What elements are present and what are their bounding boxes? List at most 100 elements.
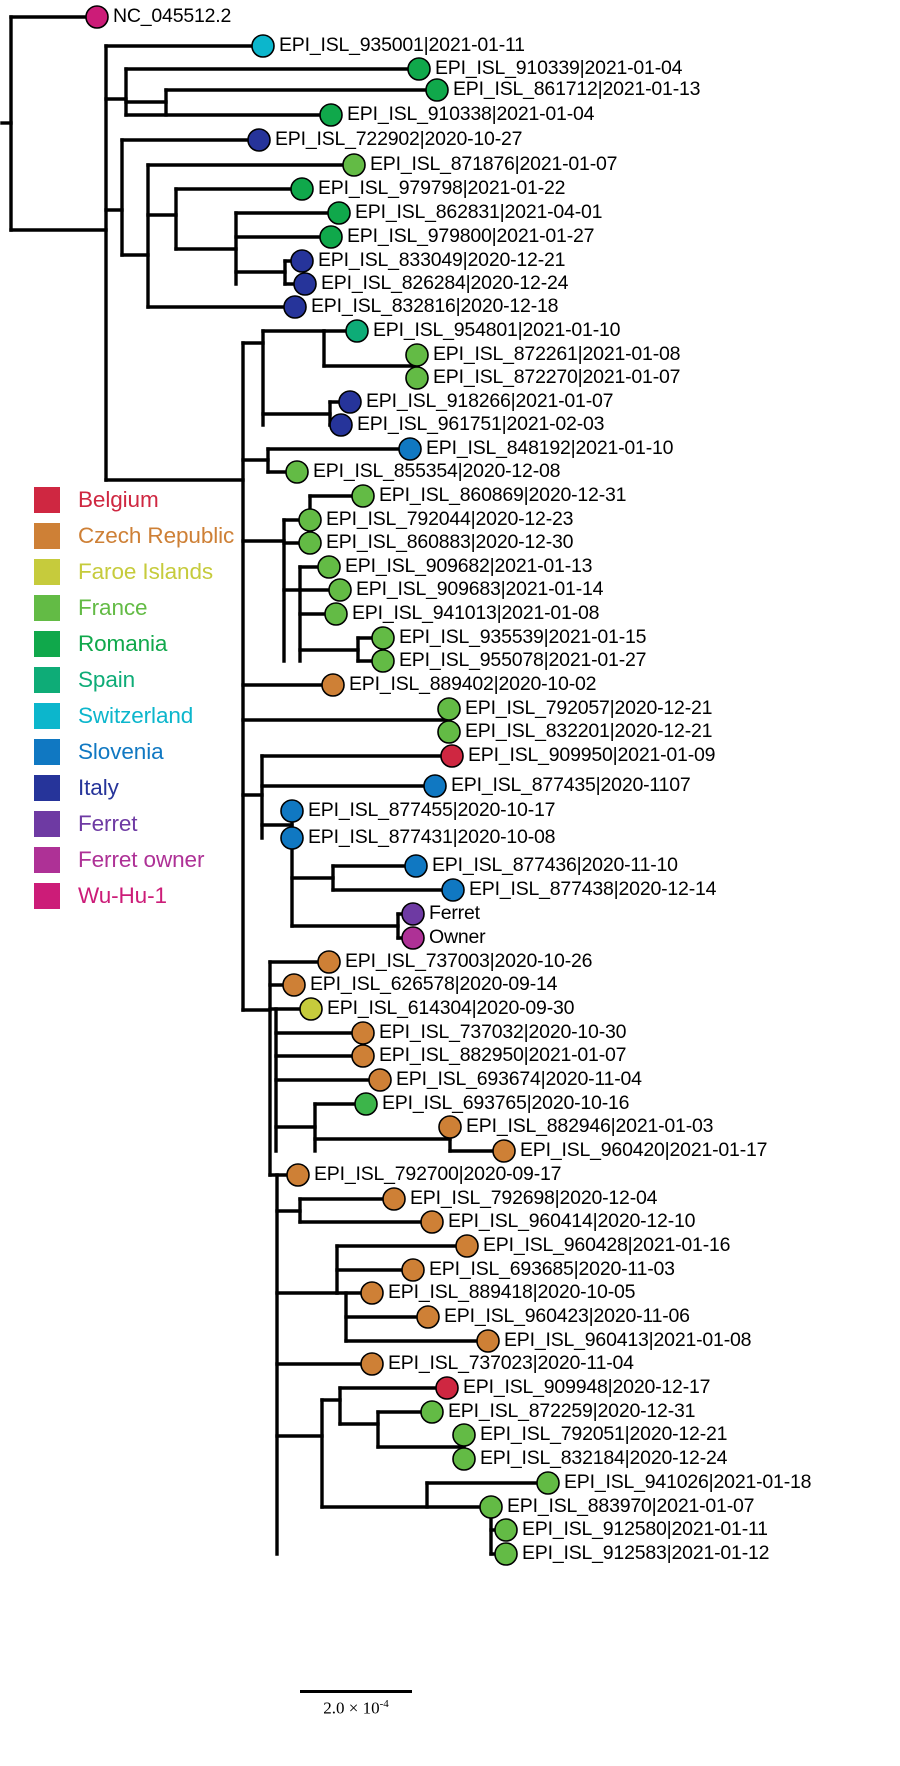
tip-node[interactable] — [437, 720, 461, 744]
tip-node[interactable] — [360, 1281, 384, 1305]
tip-label: EPI_ISL_614304|2020-09-30 — [327, 997, 575, 1019]
tip-node[interactable] — [351, 1021, 375, 1045]
tip-node[interactable] — [423, 774, 447, 798]
tip-node[interactable] — [360, 1352, 384, 1376]
tip-node[interactable] — [251, 34, 275, 58]
tip-node[interactable] — [476, 1329, 500, 1353]
tip-label: EPI_ISL_960428|2021-01-16 — [483, 1234, 731, 1256]
tip-node[interactable] — [479, 1495, 503, 1519]
tip-node[interactable] — [416, 1305, 440, 1329]
legend-label: Slovenia — [78, 739, 164, 764]
tip-node[interactable] — [401, 1258, 425, 1282]
tip-node[interactable] — [282, 973, 306, 997]
tip-node[interactable] — [319, 103, 343, 127]
legend-swatch — [34, 775, 60, 801]
tip-node[interactable] — [299, 997, 323, 1021]
tip-node[interactable] — [536, 1471, 560, 1495]
tip-label: EPI_ISL_737023|2020-11-04 — [388, 1352, 634, 1374]
legend-item[interactable]: France — [34, 590, 264, 626]
tip-node[interactable] — [401, 902, 425, 926]
tip-node[interactable] — [85, 5, 109, 29]
tip-label: Ferret — [429, 902, 480, 924]
tip-node[interactable] — [327, 201, 351, 225]
tip-node[interactable] — [420, 1400, 444, 1424]
tip-node[interactable] — [382, 1187, 406, 1211]
legend-item[interactable]: Italy — [34, 770, 264, 806]
tip-node[interactable] — [293, 272, 317, 296]
tip-node[interactable] — [317, 555, 341, 579]
tip-node[interactable] — [440, 744, 464, 768]
tip-node[interactable] — [405, 343, 429, 367]
tip-node[interactable] — [371, 626, 395, 650]
legend-item[interactable]: Switzerland — [34, 698, 264, 734]
tip-node[interactable] — [321, 673, 345, 697]
tip-node[interactable] — [319, 225, 343, 249]
tip-node[interactable] — [441, 878, 465, 902]
tip-node[interactable] — [455, 1234, 479, 1258]
tip-node[interactable] — [438, 1115, 462, 1139]
tip-label: EPI_ISL_871876|2021-01-07 — [370, 153, 618, 175]
tip-node[interactable] — [338, 390, 362, 414]
tip-node[interactable] — [283, 295, 307, 319]
tip-node[interactable] — [405, 366, 429, 390]
tip-node[interactable] — [298, 508, 322, 532]
tip-node[interactable] — [407, 57, 431, 81]
tip-node[interactable] — [280, 799, 304, 823]
legend-item[interactable]: Ferret — [34, 806, 264, 842]
tip-node[interactable] — [494, 1542, 518, 1566]
tip-node[interactable] — [351, 1044, 375, 1068]
legend-item[interactable]: Romania — [34, 626, 264, 662]
tip-node[interactable] — [290, 249, 314, 273]
tip-label: EPI_ISL_872259|2020-12-31 — [448, 1400, 696, 1422]
legend-label: Romania — [78, 631, 168, 656]
legend-swatch — [34, 703, 60, 729]
scale-bar-mantissa: 2.0 × 10 — [323, 1698, 380, 1718]
tip-node[interactable] — [437, 697, 461, 721]
legend-item[interactable]: Belgium — [34, 482, 264, 518]
tip-node[interactable] — [286, 1163, 310, 1187]
tip-node[interactable] — [492, 1139, 516, 1163]
tip-node[interactable] — [329, 413, 353, 437]
tip-label: EPI_ISL_826284|2020-12-24 — [321, 272, 569, 294]
tip-node[interactable] — [317, 950, 341, 974]
legend-item[interactable]: Faroe Islands — [34, 554, 264, 590]
tip-node[interactable] — [298, 531, 322, 555]
legend-item[interactable]: Wu-Hu-1 — [34, 878, 264, 914]
tip-node[interactable] — [247, 128, 271, 152]
tip-label: EPI_ISL_862831|2021-04-01 — [355, 201, 603, 223]
legend-item[interactable]: Czech Republic — [34, 518, 264, 554]
tip-node[interactable] — [452, 1423, 476, 1447]
tip-node[interactable] — [494, 1518, 518, 1542]
legend-item[interactable]: Slovenia — [34, 734, 264, 770]
tip-node[interactable] — [398, 437, 422, 461]
legend-swatch — [34, 883, 60, 909]
tip-label: EPI_ISL_792700|2020-09-17 — [314, 1163, 562, 1185]
tip-node[interactable] — [290, 177, 314, 201]
tip-label: EPI_ISL_877436|2020-11-10 — [432, 854, 678, 876]
tip-node[interactable] — [354, 1092, 378, 1116]
tip-label: EPI_ISL_935539|2021-01-15 — [399, 626, 647, 648]
tip-node[interactable] — [401, 926, 425, 950]
tip-node[interactable] — [342, 153, 366, 177]
tip-node[interactable] — [425, 78, 449, 102]
tip-label: EPI_ISL_910339|2021-01-04 — [435, 57, 683, 79]
tip-node[interactable] — [280, 826, 304, 850]
tip-node[interactable] — [345, 319, 369, 343]
tip-node[interactable] — [285, 460, 309, 484]
legend-item[interactable]: Spain — [34, 662, 264, 698]
tip-node[interactable] — [328, 578, 352, 602]
tip-node[interactable] — [368, 1068, 392, 1092]
tip-node[interactable] — [420, 1210, 444, 1234]
legend-item[interactable]: Ferret owner — [34, 842, 264, 878]
legend-label: Italy — [78, 775, 119, 800]
legend-label: France — [78, 595, 148, 620]
tip-node[interactable] — [371, 649, 395, 673]
phylogenetic-tree-figure: NC_045512.2 EPI_ISL_935001|2021-01-11 EPI_… — [0, 0, 900, 1766]
tip-node[interactable] — [351, 484, 375, 508]
tip-label: EPI_ISL_792051|2020-12-21 — [480, 1423, 728, 1445]
tip-node[interactable] — [435, 1376, 459, 1400]
tip-label: EPI_ISL_833049|2020-12-21 — [318, 249, 566, 271]
tip-node[interactable] — [324, 602, 348, 626]
tip-node[interactable] — [452, 1447, 476, 1471]
tip-node[interactable] — [404, 854, 428, 878]
